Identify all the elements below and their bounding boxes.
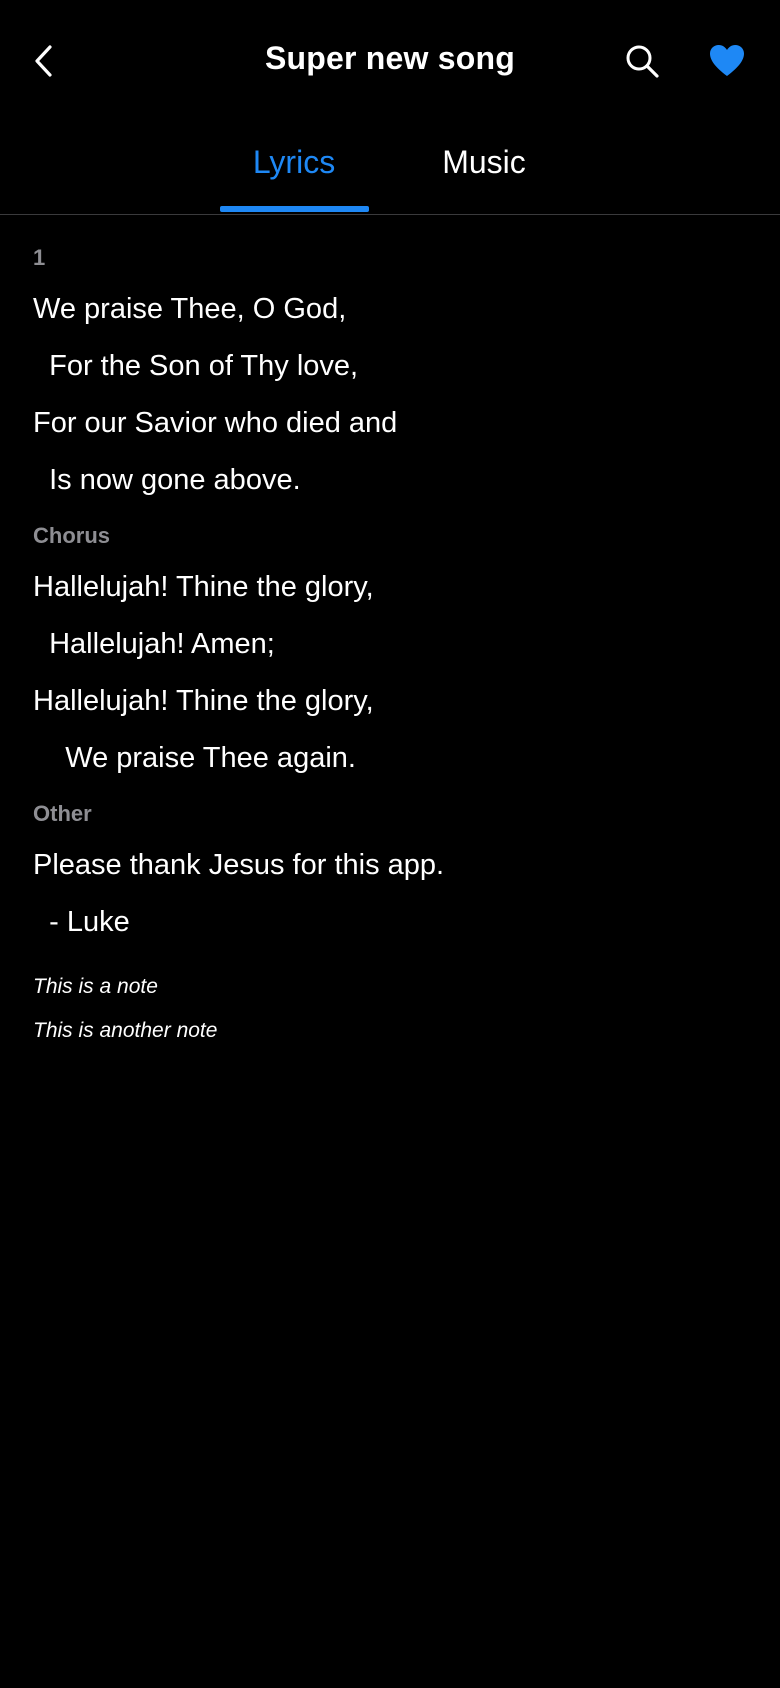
tab-music[interactable]: Music xyxy=(410,144,558,181)
lyric-line: Is now gone above. xyxy=(33,464,301,496)
lyric-line: We praise Thee again. xyxy=(33,742,356,774)
stanza-other: Other Please thank Jesus for this app. -… xyxy=(33,801,753,951)
note-text: This is a note xyxy=(33,975,158,998)
header-bar: Super new song xyxy=(0,0,780,124)
page-title: Super new song xyxy=(265,40,515,76)
heart-icon xyxy=(710,45,744,76)
lyric-line: For our Savior who died and xyxy=(33,407,398,439)
lyric-line: Hallelujah! Thine the glory, xyxy=(33,685,374,717)
lyric-line: Please thank Jesus for this app. xyxy=(33,849,445,881)
lyric-line: Hallelujah! Thine the glory, xyxy=(33,571,374,603)
lyric-line: - Luke xyxy=(33,906,130,938)
tab-lyrics[interactable]: Lyrics xyxy=(220,144,368,181)
lyric-line: For the Son of Thy love, xyxy=(33,350,359,382)
search-icon xyxy=(626,45,659,78)
lyric-line: We praise Thee, O God, xyxy=(33,293,347,325)
back-button[interactable] xyxy=(22,36,66,86)
note-text: This is another note xyxy=(33,1019,218,1042)
lyric-line: Hallelujah! Amen; xyxy=(33,628,275,660)
chevron-left-icon xyxy=(35,45,52,77)
active-tab-indicator xyxy=(220,206,369,212)
search-button[interactable] xyxy=(617,36,667,86)
stanza-chorus: Chorus Hallelujah! Thine the glory, Hall… xyxy=(33,523,753,787)
stanza-label: Other xyxy=(33,801,92,826)
notes-section: This is a note This is another note xyxy=(33,965,753,1053)
stanza-label: Chorus xyxy=(33,523,110,548)
favorite-button[interactable] xyxy=(702,36,752,86)
lyrics-content: 1 We praise Thee, O God, For the Son of … xyxy=(33,245,753,1053)
stanza-label: 1 xyxy=(33,245,46,270)
tab-bar: Lyrics Music xyxy=(0,124,780,215)
stanza-1: 1 We praise Thee, O God, For the Son of … xyxy=(33,245,753,509)
